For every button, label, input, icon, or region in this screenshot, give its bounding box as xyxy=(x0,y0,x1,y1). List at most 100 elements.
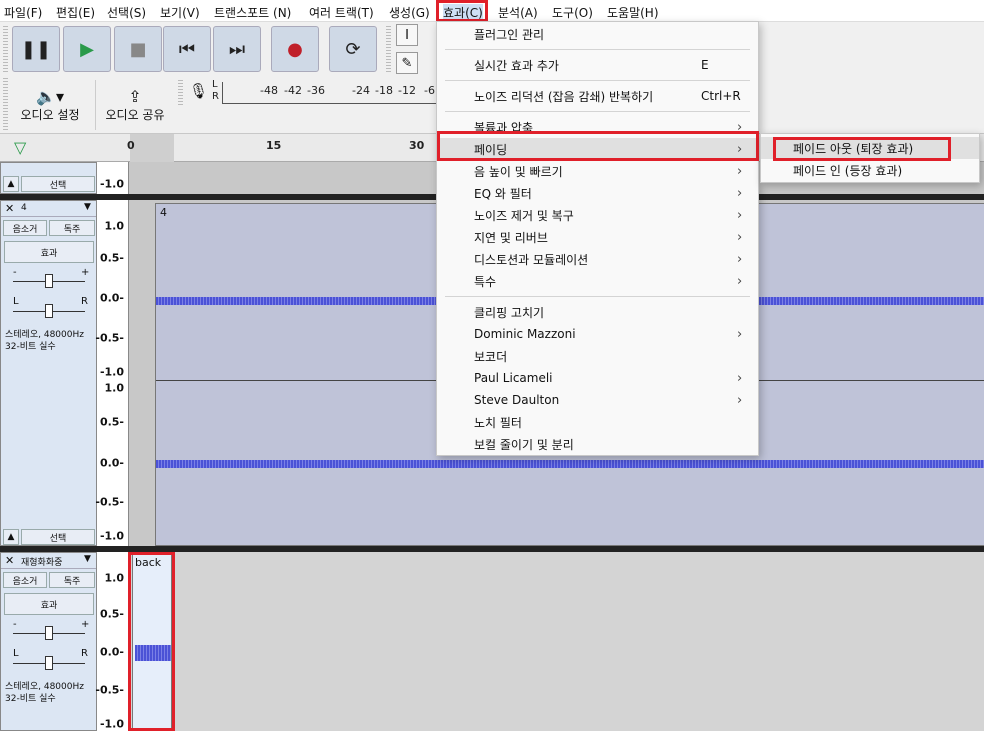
effects-dropdown: 플러그인 관리 실시간 효과 추가 E 노이즈 리덕션 (잡음 감쇄) 반복하기 C… xyxy=(436,21,759,456)
chevron-right-icon: › xyxy=(737,273,743,289)
skip-end-icon: ⏭ xyxy=(228,38,246,60)
menu-tools[interactable]: 도구(O) xyxy=(552,4,593,21)
track-name[interactable]: 재형화화중 xyxy=(21,555,62,568)
menu-item-noise-removal[interactable]: 노이즈 제거 및 복구 › xyxy=(437,204,758,226)
pause-button[interactable]: ❚❚ xyxy=(12,26,60,72)
skip-end-button[interactable]: ⏭ xyxy=(213,26,261,72)
share-icon: ⇪ xyxy=(128,87,142,106)
track-top-controls: ▲ 선택 xyxy=(0,162,97,194)
fade-out-highlight xyxy=(773,137,951,161)
chevron-down-icon[interactable]: ▼ xyxy=(84,554,91,564)
menu-generate[interactable]: 생성(G) xyxy=(389,4,430,21)
pan-slider-handle[interactable] xyxy=(45,304,53,318)
effects-button[interactable]: 효과 xyxy=(4,593,94,615)
tools-grip[interactable] xyxy=(386,26,391,72)
record-icon: ● xyxy=(287,38,303,60)
menu-item-special[interactable]: 특수 › xyxy=(437,270,758,292)
waveform-right xyxy=(156,460,984,468)
track-top-scale: -1.0 xyxy=(97,162,129,194)
menu-file[interactable]: 파일(F) xyxy=(4,4,42,21)
menu-item-clip-fix[interactable]: 클리핑 고치기 xyxy=(437,301,758,323)
menu-item-repeat-noise-reduction[interactable]: 노이즈 리덕션 (잡음 감쇄) 반복하기 Ctrl+R xyxy=(437,85,758,107)
select-button[interactable]: 선택 xyxy=(21,176,95,192)
close-icon[interactable]: ✕ xyxy=(5,554,14,567)
menu-item-delay-reverb[interactable]: 지연 및 리버브 › xyxy=(437,226,758,248)
collapse-icon: ▲ xyxy=(7,179,15,189)
chevron-right-icon: › xyxy=(737,326,743,342)
solo-button[interactable]: 독주 xyxy=(49,572,95,588)
menu-edit[interactable]: 편집(E) xyxy=(56,4,95,21)
menu-transport[interactable]: 트랜스포트 (N) xyxy=(214,4,291,21)
pause-icon: ❚❚ xyxy=(20,38,52,60)
cursor-icon: I xyxy=(405,27,409,43)
collapse-button[interactable]: ▲ xyxy=(3,176,19,192)
audio-grip[interactable] xyxy=(3,78,8,130)
toolbar-grip[interactable] xyxy=(3,26,8,72)
speaker-icon: 🔈▾ xyxy=(36,87,64,106)
menu-tracks[interactable]: 여러 트랙(T) xyxy=(309,4,374,21)
solo-button[interactable]: 독주 xyxy=(49,220,95,236)
menu-item-paul-licameli[interactable]: Paul Licameli › xyxy=(437,367,758,389)
stop-button[interactable]: ■ xyxy=(114,26,162,72)
stop-icon: ■ xyxy=(129,38,147,60)
chevron-right-icon: › xyxy=(737,207,743,223)
track-name[interactable]: 4 xyxy=(21,203,27,213)
chevron-right-icon: › xyxy=(737,251,743,267)
clip-name[interactable]: 4 xyxy=(160,206,167,219)
select-button[interactable]: 선택 xyxy=(21,529,95,545)
chevron-down-icon[interactable]: ▼ xyxy=(84,202,91,212)
menu-view[interactable]: 보기(V) xyxy=(160,4,200,21)
gain-slider-handle[interactable] xyxy=(45,626,53,640)
close-icon[interactable]: ✕ xyxy=(5,202,14,215)
chevron-right-icon: › xyxy=(737,163,743,179)
record-button[interactable]: ● xyxy=(271,26,319,72)
menu-item-fade-in[interactable]: 페이드 인 (등장 효과) xyxy=(761,159,979,181)
chevron-right-icon: › xyxy=(737,392,743,408)
chevron-right-icon: › xyxy=(737,229,743,245)
collapse-icon: ▲ xyxy=(7,532,15,542)
chevron-right-icon: › xyxy=(737,370,743,386)
play-button[interactable]: ▶ xyxy=(63,26,111,72)
draw-tool[interactable]: ✎ xyxy=(396,52,418,74)
menu-select[interactable]: 선택(S) xyxy=(107,4,146,21)
track1-scale: 1.0 0.5- 0.0- -0.5- -1.0 1.0 0.5- 0.0- -… xyxy=(95,200,129,546)
menu-help[interactable]: 도움말(H) xyxy=(607,4,659,21)
effect-menu-highlight xyxy=(436,0,488,22)
gain-slider-handle[interactable] xyxy=(45,274,53,288)
meter-grip[interactable] xyxy=(178,80,183,106)
track2-wave-area[interactable]: back xyxy=(129,552,984,731)
audio-setup-button[interactable]: 🔈▾ 오디오 설정 xyxy=(10,78,90,132)
clip-highlight xyxy=(128,552,175,731)
track2-controls: ✕ 재형화화중 ▼ 음소거 독주 효과 - + L R 스테레오, 48000H… xyxy=(0,552,97,731)
mic-icon[interactable]: 🎙 xyxy=(189,82,208,100)
collapse-button[interactable]: ▲ xyxy=(3,529,19,545)
loop-icon: ⟳ xyxy=(345,38,361,60)
mute-button[interactable]: 음소거 xyxy=(3,572,47,588)
audio-share-button[interactable]: ⇪ 오디오 공유 xyxy=(98,78,172,132)
menu-analyze[interactable]: 분석(A) xyxy=(498,4,538,21)
play-head-icon[interactable]: ▽ xyxy=(14,138,26,157)
loop-button[interactable]: ⟳ xyxy=(329,26,377,72)
menu-item-realtime-effect[interactable]: 실시간 효과 추가 E xyxy=(437,54,758,76)
menubar: 파일(F) 편집(E) 선택(S) 보기(V) 트랜스포트 (N) 여러 트랙(… xyxy=(0,0,984,22)
mute-button[interactable]: 음소거 xyxy=(3,220,47,236)
menu-item-notch-filter[interactable]: 노치 필터 xyxy=(437,411,758,433)
chevron-right-icon: › xyxy=(737,185,743,201)
pencil-icon: ✎ xyxy=(401,55,413,71)
track1-controls: ✕ 4 ▼ 음소거 독주 효과 - + L R 스테레오, 48000Hz 32… xyxy=(0,200,97,546)
pan-slider-handle[interactable] xyxy=(45,656,53,670)
selection-tool[interactable]: I xyxy=(396,24,418,46)
play-icon: ▶ xyxy=(80,38,94,60)
menu-item-eq-filters[interactable]: EQ 와 필터 › xyxy=(437,182,758,204)
menu-item-pitch-tempo[interactable]: 음 높이 및 빠르기 › xyxy=(437,160,758,182)
menu-item-distortion-modulation[interactable]: 디스토션과 모듈레이션 › xyxy=(437,248,758,270)
menu-item-plugin-manager[interactable]: 플러그인 관리 xyxy=(437,23,758,45)
skip-start-icon: ⏮ xyxy=(178,38,196,60)
menu-item-vocoder[interactable]: 보코더 xyxy=(437,345,758,367)
fading-highlight xyxy=(437,131,759,161)
menu-item-vocal-reduction[interactable]: 보컬 줄이기 및 분리 xyxy=(437,433,758,455)
effects-button[interactable]: 효과 xyxy=(4,241,94,263)
menu-item-dominic-mazzoni[interactable]: Dominic Mazzoni › xyxy=(437,323,758,345)
skip-start-button[interactable]: ⏮ xyxy=(163,26,211,72)
menu-item-steve-daulton[interactable]: Steve Daulton › xyxy=(437,389,758,411)
